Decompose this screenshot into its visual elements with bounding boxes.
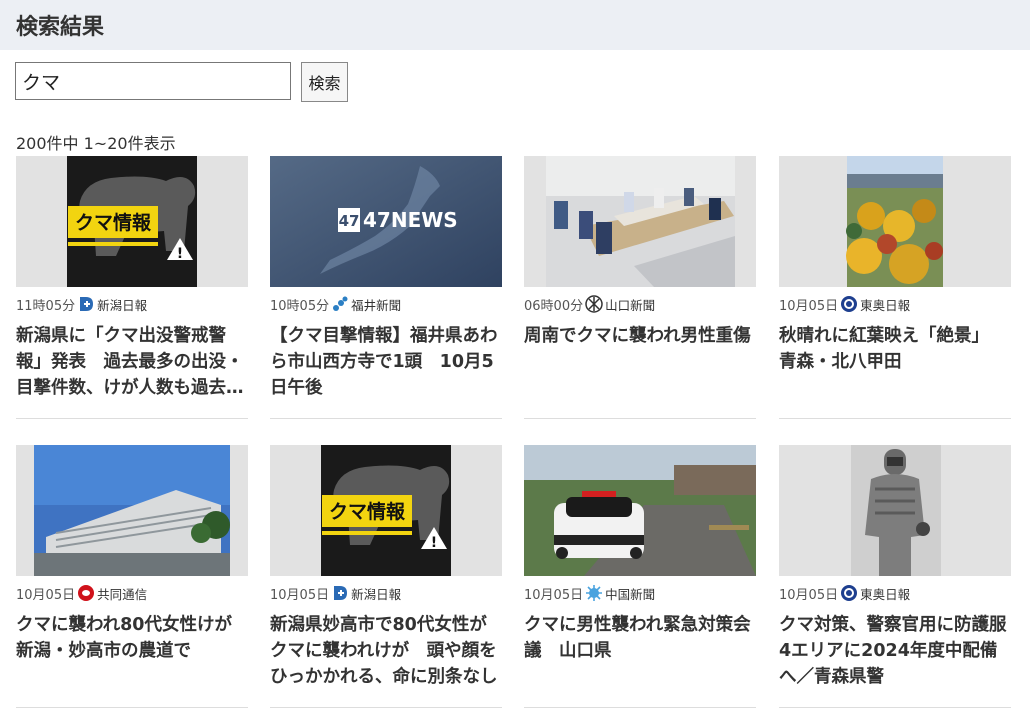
niigata-nippo-logo-icon xyxy=(331,584,349,602)
result-title[interactable]: 新潟県に「クマ出没警戒警報」発表 過去最多の出没・目撃件数、けが人数も過去最多 xyxy=(16,323,248,401)
result-meta: 11時05分 新潟日報 xyxy=(16,293,248,315)
bear-info-thumb-text: クマ情報 xyxy=(329,500,406,523)
result-meta: 06時00分 山口新聞 xyxy=(524,293,756,315)
result-source: 新潟日報 xyxy=(351,586,402,602)
kyodo-logo-icon xyxy=(77,584,95,602)
niigata-nippo-logo-icon xyxy=(77,295,95,313)
search-form: 検索 xyxy=(15,62,348,102)
result-time: 10月05日 xyxy=(779,587,839,603)
result-card[interactable]: クマ情報 ! 10月05日 新潟日報 新潟県妙高市で80代女性がクマに襲われけが… xyxy=(270,445,502,690)
result-title[interactable]: 秋晴れに紅葉映え「絶景」 青森・北八甲田 xyxy=(779,323,1011,401)
search-input[interactable] xyxy=(15,62,291,100)
yamaguchi-shimbun-logo-icon xyxy=(585,295,603,313)
result-thumbnail[interactable] xyxy=(16,445,248,576)
divider xyxy=(16,418,248,419)
svg-text:!: ! xyxy=(431,535,437,551)
too-nippo-logo-icon xyxy=(840,584,858,602)
svg-text:!: ! xyxy=(177,246,183,262)
divider xyxy=(779,418,1011,419)
result-title[interactable]: クマに襲われ80代女性けが 新潟・妙高市の農道で xyxy=(16,612,248,690)
result-card[interactable]: 10月05日 東奥日報 秋晴れに紅葉映え「絶景」 青森・北八甲田 xyxy=(779,156,1011,401)
result-thumbnail[interactable]: クマ情報 ! xyxy=(270,445,502,576)
result-time: 06時00分 xyxy=(524,298,584,314)
result-card[interactable]: 06時00分 山口新聞 周南でクマに襲われ男性重傷 xyxy=(524,156,756,401)
result-card[interactable]: 10月05日 共同通信 クマに襲われ80代女性けが 新潟・妙高市の農道で xyxy=(16,445,248,690)
result-card[interactable]: 10月05日 中国新聞 クマに男性襲われ緊急対策会議 山口県 xyxy=(524,445,756,690)
result-thumbnail[interactable] xyxy=(779,445,1011,576)
result-title[interactable]: 【クマ目撃情報】福井県あわら市山西方寺で1頭 10月5日午後 xyxy=(270,323,502,401)
divider xyxy=(16,707,248,708)
result-source: 山口新聞 xyxy=(605,297,656,313)
svg-text:47: 47 xyxy=(339,212,360,230)
result-time: 10月05日 xyxy=(270,587,330,603)
divider xyxy=(779,707,1011,708)
result-source: 新潟日報 xyxy=(97,297,148,313)
result-title[interactable]: クマに男性襲われ緊急対策会議 山口県 xyxy=(524,612,756,690)
result-title[interactable]: クマ対策、警察官用に防護服 4エリアに2024年度中配備へ／青森県警 xyxy=(779,612,1011,690)
result-meta: 10月05日 東奥日報 xyxy=(779,582,1011,604)
result-thumbnail[interactable] xyxy=(524,445,756,576)
result-time: 10月05日 xyxy=(16,587,76,603)
divider xyxy=(524,707,756,708)
autumn-leaves-image xyxy=(846,156,943,287)
results-count: 200件中 1~20件表示 xyxy=(16,134,176,153)
too-nippo-logo-icon xyxy=(840,295,858,313)
result-thumbnail[interactable]: 47 47NEWS xyxy=(270,156,502,287)
47news-image: 47 47NEWS xyxy=(270,156,502,287)
47news-thumb-text: 47NEWS xyxy=(363,208,458,232)
result-meta: 10月05日 東奥日報 xyxy=(779,293,1011,315)
result-card[interactable]: 47 47NEWS 10時05分 福井新聞 【クマ目撃情報】福井県あわら市山西方… xyxy=(270,156,502,401)
result-source: 東奥日報 xyxy=(860,297,911,313)
search-button[interactable]: 検索 xyxy=(301,62,348,102)
result-source: 東奥日報 xyxy=(860,586,911,602)
result-meta: 10月05日 中国新聞 xyxy=(524,582,756,604)
divider xyxy=(270,418,502,419)
result-source: 福井新聞 xyxy=(351,297,402,313)
result-title[interactable]: 新潟県妙高市で80代女性がクマに襲われけが 頭や顔をひっかかれる、命に別条なし xyxy=(270,612,502,690)
page-title: 検索結果 xyxy=(16,15,105,40)
result-source: 中国新聞 xyxy=(605,586,656,602)
page-header: 検索結果 xyxy=(0,0,1030,50)
result-time: 10時05分 xyxy=(270,298,330,314)
protective-suit-image xyxy=(851,445,941,576)
bear-info-image: クマ情報 ! xyxy=(321,445,451,576)
result-thumbnail[interactable] xyxy=(524,156,756,287)
result-meta: 10時05分 福井新聞 xyxy=(270,293,502,315)
bear-info-thumb-text: クマ情報 xyxy=(75,211,152,234)
result-card[interactable]: クマ情報 ! 11時05分 新潟日報 新潟県に「クマ出没警戒警報」発表 過去最多… xyxy=(16,156,248,401)
divider xyxy=(270,707,502,708)
result-thumbnail[interactable] xyxy=(779,156,1011,287)
fukui-shimbun-logo-icon xyxy=(331,295,349,313)
police-car-image xyxy=(524,445,756,576)
result-thumbnail[interactable]: クマ情報 ! xyxy=(16,156,248,287)
result-time: 10月05日 xyxy=(524,587,584,603)
result-time: 11時05分 xyxy=(16,298,76,314)
result-meta: 10月05日 新潟日報 xyxy=(270,582,502,604)
building-image xyxy=(34,445,230,576)
bear-info-image: クマ情報 ! xyxy=(67,156,197,287)
divider xyxy=(524,418,756,419)
result-card[interactable]: 10月05日 東奥日報 クマ対策、警察官用に防護服 4エリアに2024年度中配備… xyxy=(779,445,1011,690)
result-time: 10月05日 xyxy=(779,298,839,314)
result-title[interactable]: 周南でクマに襲われ男性重傷 xyxy=(524,323,756,401)
meeting-room-image xyxy=(546,156,735,287)
result-source: 共同通信 xyxy=(97,586,148,602)
chugoku-shimbun-logo-icon xyxy=(585,584,603,602)
result-meta: 10月05日 共同通信 xyxy=(16,582,248,604)
